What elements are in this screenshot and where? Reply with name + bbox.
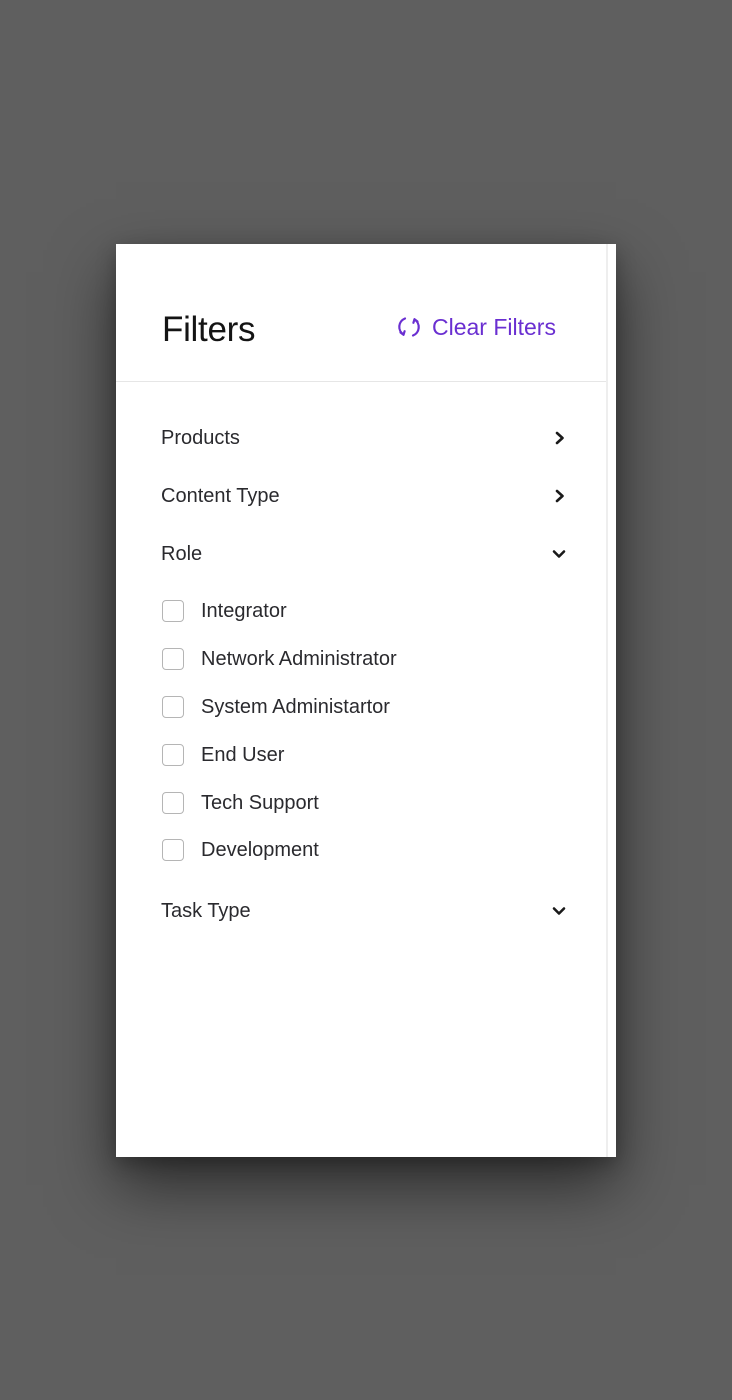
filter-section-products[interactable]: Products — [161, 421, 566, 455]
role-option-tech-support[interactable]: Tech Support — [162, 788, 319, 818]
panel-divider — [606, 244, 608, 1157]
checkbox-label: Tech Support — [201, 791, 319, 814]
checkbox[interactable] — [162, 696, 184, 718]
filter-section-task-type[interactable]: Task Type — [161, 894, 566, 928]
chevron-down-icon — [552, 905, 566, 917]
filters-panel: Filters Clear Filters Products Content T… — [116, 244, 616, 1157]
filter-section-content-type[interactable]: Content Type — [161, 479, 566, 513]
refresh-icon — [396, 314, 422, 340]
role-option-development[interactable]: Development — [162, 835, 319, 865]
checkbox-label: System Administartor — [201, 695, 390, 718]
filter-section-label: Content Type — [161, 484, 280, 507]
filter-section-label: Role — [161, 542, 203, 565]
checkbox-label: Network Administrator — [201, 647, 397, 670]
checkbox-label: End User — [201, 743, 285, 766]
checkbox[interactable] — [162, 648, 184, 670]
filter-section-label: Products — [161, 426, 240, 449]
filter-section-label: Task Type — [161, 899, 251, 922]
checkbox-label: Development — [201, 838, 319, 861]
checkbox-label: Integrator — [201, 599, 287, 622]
role-option-integrator[interactable]: Integrator — [162, 596, 287, 626]
chevron-right-icon — [554, 431, 566, 445]
checkbox[interactable] — [162, 744, 184, 766]
checkbox[interactable] — [162, 600, 184, 622]
clear-filters-button[interactable]: Clear Filters — [396, 312, 556, 342]
page-title: Filters — [162, 310, 256, 349]
filter-section-role[interactable]: Role — [161, 537, 566, 571]
clear-filters-label: Clear Filters — [432, 314, 556, 340]
chevron-right-icon — [554, 489, 566, 503]
chevron-down-icon — [552, 548, 566, 560]
checkbox[interactable] — [162, 839, 184, 861]
role-option-system-administrator[interactable]: System Administartor — [162, 692, 390, 722]
filters-header: Filters Clear Filters — [116, 244, 606, 382]
role-option-end-user[interactable]: End User — [162, 740, 284, 770]
role-option-network-administrator[interactable]: Network Administrator — [162, 644, 397, 674]
checkbox[interactable] — [162, 792, 184, 814]
